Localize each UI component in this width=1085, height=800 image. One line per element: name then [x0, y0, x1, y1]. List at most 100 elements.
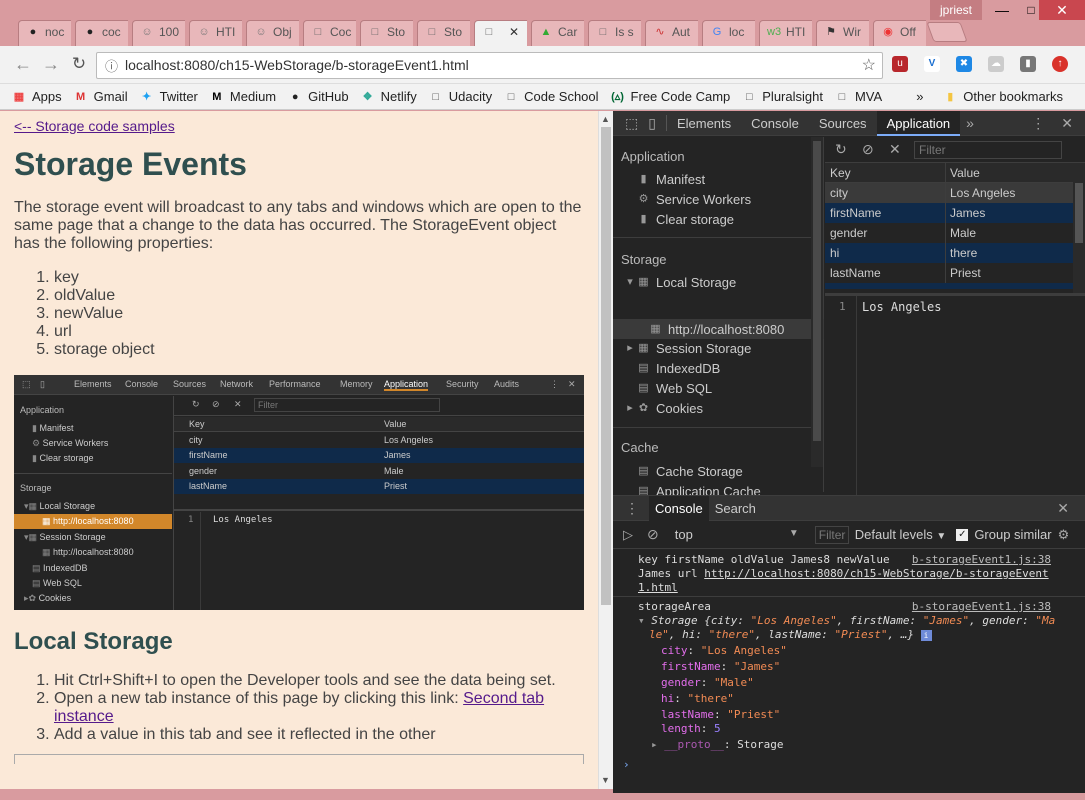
bookmarks-overflow-icon[interactable]: » — [916, 89, 923, 104]
bookmark-item[interactable]: □ Code School — [504, 89, 599, 104]
sidebar-scrollbar[interactable] — [811, 137, 823, 467]
clear-all-icon[interactable]: ⊘ — [862, 141, 874, 158]
sidebar-item-clear-storage[interactable]: ▮ Clear storage — [637, 212, 734, 227]
tab-close-icon[interactable]: ✕ — [509, 25, 519, 39]
browser-tab[interactable]: □ ✕ — [470, 18, 527, 46]
value-cell[interactable]: James — [950, 203, 985, 223]
devtools-close-icon[interactable]: ✕ — [1061, 115, 1073, 132]
devtools-menu-icon[interactable]: ⋮ — [1031, 115, 1045, 132]
tab-sources[interactable]: Sources — [809, 111, 877, 136]
bookmark-item[interactable]: □ Udacity — [429, 89, 492, 104]
bookmark-item[interactable]: □ Pluralsight — [742, 89, 823, 104]
drawer-menu-icon[interactable]: ⋮ — [625, 500, 639, 517]
sidebar-item-local-storage[interactable]: ▾ ▦ Local Storage — [625, 275, 736, 290]
sidebar-toggle-icon[interactable]: ▷ — [623, 527, 633, 543]
table-row[interactable]: lastName Priest — [825, 263, 1073, 283]
browser-tab[interactable]: ☺ Obj — [242, 18, 299, 46]
key-cell[interactable]: hi — [830, 243, 839, 263]
proto-property[interactable]: ▸ __proto__: Storage — [651, 738, 783, 751]
browser-tab[interactable]: w3 HTI — [755, 18, 812, 46]
bookmark-item[interactable]: ❖ Netlify — [361, 89, 417, 104]
bookmark-item[interactable]: □ MVA — [835, 89, 883, 104]
tab-elements[interactable]: Elements — [667, 111, 741, 136]
device-toolbar-icon[interactable]: ▯ — [648, 115, 656, 132]
storage-filter-input[interactable]: Filter — [914, 141, 1062, 159]
sidebar-item-localhost[interactable]: ▦ http://localhost:8080 — [649, 322, 784, 337]
log-url-link[interactable]: http://localhost:8080/ch15-WebStorage/b-… — [704, 567, 1048, 580]
browser-tab[interactable]: □ Coc — [299, 18, 356, 46]
scroll-thumb[interactable] — [601, 127, 611, 605]
value-cell[interactable]: Priest — [950, 263, 981, 283]
console-filter-input[interactable]: Filter — [814, 525, 849, 544]
bookmark-star-icon[interactable]: ☆ — [862, 53, 876, 78]
context-selector[interactable]: top ▼ — [675, 527, 799, 542]
bookmark-item[interactable]: M Medium — [210, 89, 276, 104]
value-cell[interactable]: there — [950, 243, 977, 263]
sidebar-item-manifest[interactable]: ▮ Manifest — [637, 172, 705, 187]
browser-tab[interactable]: ▲ Car — [527, 18, 584, 46]
value-cell[interactable]: Los Angeles — [950, 183, 1015, 203]
table-row[interactable]: gender Male — [825, 223, 1073, 243]
console-prompt[interactable]: › — [623, 758, 630, 771]
address-bar[interactable]: ⓘ localhost:8080/ch15-WebStorage/b-stora… — [96, 52, 883, 79]
browser-tab[interactable]: ∿ Aut — [641, 18, 698, 46]
key-cell[interactable]: city — [830, 183, 848, 203]
bookmark-item[interactable]: ▦ Apps — [12, 89, 62, 104]
page-scrollbar[interactable]: ▲ ▼ — [598, 111, 613, 789]
table-row[interactable]: hi there — [825, 243, 1073, 263]
console-settings-icon[interactable]: ⚙ — [1058, 527, 1070, 543]
other-bookmarks[interactable]: ▮ Other bookmarks — [943, 89, 1063, 104]
sidebar-item-cache-storage[interactable]: ▤ Cache Storage — [637, 464, 742, 479]
log-url-link[interactable]: 1.html — [638, 581, 678, 594]
tab-console[interactable]: Console — [741, 111, 809, 136]
value-cell[interactable]: Male — [950, 223, 976, 243]
upload-icon[interactable]: ↑ — [1052, 56, 1068, 72]
levels-dropdown[interactable]: Default levels ▼ — [855, 527, 947, 542]
page-info-icon[interactable]: ⓘ — [105, 54, 118, 79]
inspect-element-icon[interactable]: ⬚ — [625, 115, 638, 132]
pages-icon[interactable]: ▮ — [1020, 56, 1036, 72]
browser-tab[interactable]: Gloc — [698, 18, 755, 46]
cloud-icon[interactable]: ☁ — [988, 56, 1004, 72]
bookmark-item[interactable]: ✦ Twitter — [140, 89, 198, 104]
browser-tab[interactable]: □ Is s — [584, 18, 641, 46]
key-cell[interactable]: firstName — [830, 203, 881, 223]
minimize-button[interactable]: — — [986, 0, 1018, 20]
bookmark-item[interactable]: ● GitHub — [288, 89, 349, 104]
extension-x-icon[interactable]: ✖ — [956, 56, 972, 72]
delete-selected-icon[interactable]: ✕ — [889, 141, 901, 158]
forward-button[interactable]: → — [40, 54, 62, 75]
back-button[interactable]: ← — [12, 54, 34, 75]
ublock-icon[interactable]: u — [892, 56, 908, 72]
table-row[interactable]: city Los Angeles — [825, 183, 1073, 203]
browser-tab[interactable]: ● noc — [14, 18, 71, 46]
storage-object-summary[interactable]: ▾ Storage {city: "Los Angeles", firstNam… — [638, 614, 1055, 627]
browser-tab[interactable]: ● coc — [71, 18, 128, 46]
value-column-header[interactable]: Value — [950, 163, 980, 183]
group-similar-checkbox[interactable]: ✓ — [956, 528, 969, 541]
drawer-tab-search[interactable]: Search — [709, 496, 762, 521]
new-tab-button[interactable] — [926, 22, 968, 42]
key-cell[interactable]: gender — [830, 223, 867, 243]
window-close-button[interactable]: ✕ — [1039, 0, 1085, 20]
profile-button[interactable]: jpriest — [930, 0, 982, 20]
drawer-tab-console[interactable]: Console — [649, 495, 709, 521]
browser-tab[interactable]: ☺ 100 — [128, 18, 185, 46]
bookmark-item[interactable]: (▵) Free Code Camp — [611, 89, 730, 104]
drawer-close-icon[interactable]: ✕ — [1057, 500, 1069, 517]
clear-console-icon[interactable]: ⊘ — [647, 526, 659, 543]
browser-tab[interactable]: □ Sto — [356, 18, 413, 46]
browser-tab[interactable]: ◉ Off — [869, 18, 926, 46]
key-cell[interactable]: lastName — [830, 263, 881, 283]
more-tabs-icon[interactable]: » — [966, 115, 974, 131]
sidebar-item-websql[interactable]: ▤ Web SQL — [637, 381, 712, 396]
bookmark-item[interactable]: M Gmail — [74, 89, 128, 104]
browser-tab[interactable]: □ Sto — [413, 18, 470, 46]
vue-devtools-icon[interactable]: V — [924, 56, 940, 72]
browser-tab[interactable]: ⚑ Wir — [812, 18, 869, 46]
table-scrollbar[interactable] — [1073, 163, 1085, 293]
table-row[interactable]: firstName James — [825, 203, 1073, 223]
back-link[interactable]: <-- Storage code samples — [14, 118, 584, 134]
tab-application[interactable]: Application — [876, 110, 961, 136]
sidebar-item-service-workers[interactable]: ⚙ Service Workers — [637, 192, 752, 207]
